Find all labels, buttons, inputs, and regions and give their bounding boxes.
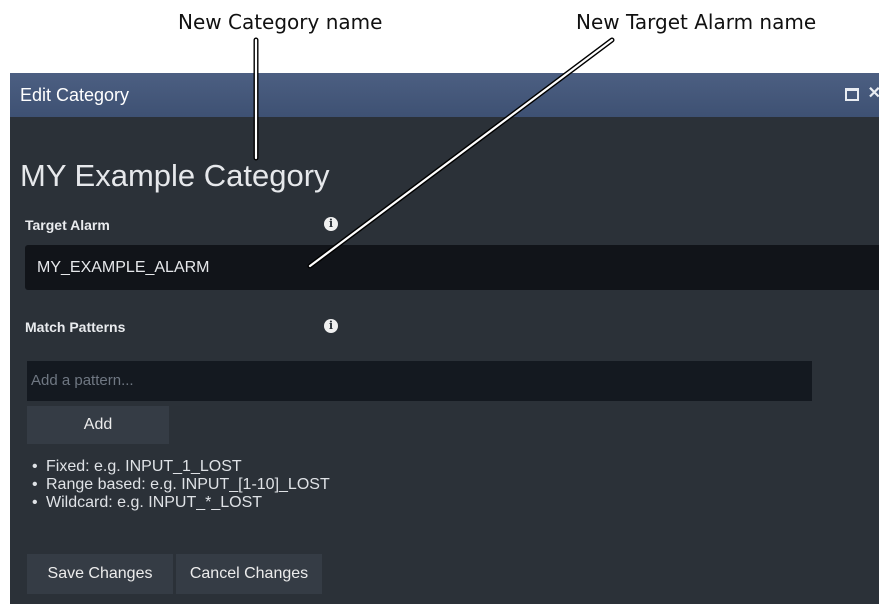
- dialog-title: Edit Category: [20, 84, 130, 105]
- info-icon[interactable]: i: [324, 319, 338, 333]
- close-icon[interactable]: ✕: [868, 86, 879, 102]
- dialog-titlebar: Edit Category ✕: [10, 73, 879, 117]
- pattern-hints-list: Fixed: e.g. INPUT_1_LOST Range based: e.…: [32, 458, 330, 512]
- hint-wildcard: Wildcard: e.g. INPUT_*_LOST: [32, 494, 330, 512]
- cancel-changes-button[interactable]: Cancel Changes: [176, 554, 322, 594]
- hint-fixed: Fixed: e.g. INPUT_1_LOST: [32, 458, 330, 476]
- category-name-heading: MY Example Category: [20, 158, 330, 193]
- info-icon[interactable]: i: [324, 217, 338, 231]
- callout-new-category-name: New Category name: [178, 10, 383, 34]
- target-alarm-label: Target Alarm: [25, 217, 110, 233]
- match-patterns-label: Match Patterns: [25, 319, 126, 335]
- titlebar-buttons: ✕: [844, 86, 879, 102]
- add-pattern-button[interactable]: Add: [27, 406, 169, 444]
- edit-category-dialog: Edit Category ✕ MY Example Category Targ…: [10, 73, 879, 604]
- pattern-input[interactable]: [27, 361, 812, 401]
- maximize-icon[interactable]: [844, 87, 859, 101]
- target-alarm-field[interactable]: MY_EXAMPLE_ALARM: [25, 245, 879, 290]
- save-changes-button[interactable]: Save Changes: [27, 554, 173, 594]
- hint-range-based: Range based: e.g. INPUT_[1-10]_LOST: [32, 476, 330, 494]
- callout-new-target-alarm-name: New Target Alarm name: [576, 10, 817, 34]
- annotated-screenshot: New Category name New Target Alarm name …: [0, 0, 879, 604]
